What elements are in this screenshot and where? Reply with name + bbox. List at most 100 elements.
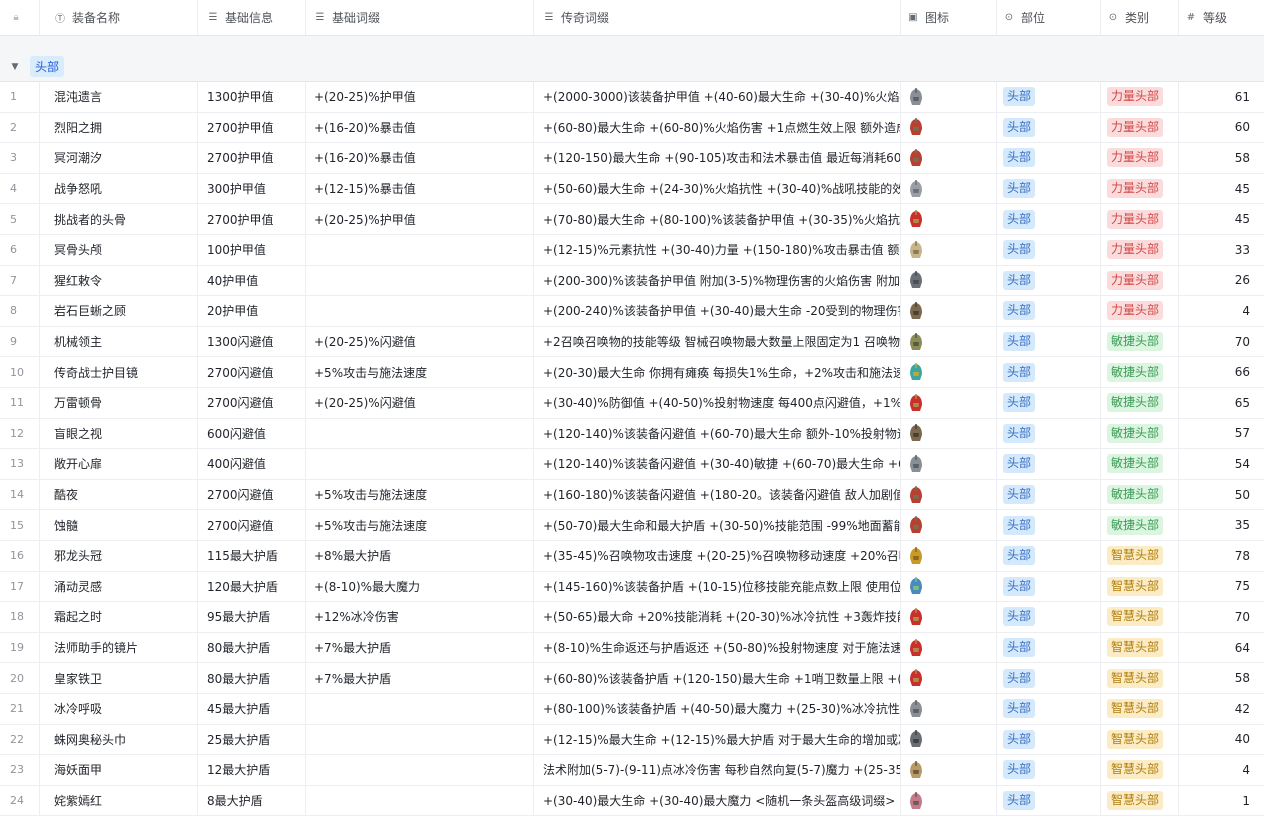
table-row[interactable]: 24 姹紫嫣红 8最大护盾 +(30-40)最大生命 +(30-40)最大魔力 <随机… (0, 785, 1264, 817)
collapse-caret-icon[interactable]: ▼ (0, 62, 30, 72)
equipment-name-cell[interactable]: 冥骨头颅 (40, 235, 198, 265)
level-cell[interactable]: 42 (1179, 694, 1264, 724)
base-affix-cell[interactable] (306, 235, 534, 265)
part-cell[interactable]: 头部 (997, 632, 1101, 663)
equipment-name-cell[interactable]: 涌动灵感 (40, 571, 198, 602)
equipment-name-cell[interactable]: 法师助手的镜片 (40, 632, 198, 663)
part-cell[interactable]: 头部 (997, 173, 1101, 204)
part-cell[interactable]: 头部 (997, 541, 1101, 571)
base-affix-cell[interactable] (306, 694, 534, 724)
base-info-cell[interactable]: 120最大护盾 (198, 571, 306, 602)
header-affix[interactable]: ☰ 基础词缀 (306, 0, 534, 35)
part-cell[interactable]: 头部 (997, 755, 1101, 785)
level-cell[interactable]: 65 (1179, 388, 1264, 418)
icon-cell[interactable] (901, 602, 997, 632)
part-cell[interactable]: 头部 (997, 204, 1101, 234)
legend-affix-cell[interactable]: +(50-65)最大命 +20%技能消耗 +(20-30)%冰冷抗性 +3轰炸技… (534, 602, 901, 632)
category-cell[interactable]: 力量头部 (1101, 296, 1179, 326)
legend-affix-cell[interactable]: +(120-150)最大生命 +(90-105)攻击和法术暴击值 最近每消耗60… (534, 143, 901, 173)
category-cell[interactable]: 敏捷头部 (1101, 418, 1179, 449)
level-cell[interactable]: 4 (1179, 755, 1264, 785)
table-row[interactable]: 14 酷夜 2700闪避值 +5%攻击与施法速度 +(160-180)%该装备闪避值 +… (0, 479, 1264, 511)
header-category[interactable]: ⊙ 类别 (1101, 0, 1179, 35)
legend-affix-cell[interactable]: +(30-40)最大生命 +(30-40)最大魔力 <随机一条头盔高级词缀> <… (534, 785, 901, 816)
table-row[interactable]: 19 法师助手的镜片 80最大护盾 +7%最大护盾 +(8-10)%生命返还与护盾返还 … (0, 632, 1264, 664)
table-row[interactable]: 3 冥河潮汐 2700护甲值 +(16-20)%暴击值 +(120-150)最大生命 +… (0, 143, 1264, 174)
icon-cell[interactable] (901, 632, 997, 663)
level-cell[interactable]: 58 (1179, 663, 1264, 693)
legend-affix-cell[interactable]: +(60-80)最大生命 +(60-80)%火焰伤害 +1点燃生效上限 额外造成… (534, 112, 901, 143)
part-cell[interactable]: 头部 (997, 785, 1101, 816)
table-row[interactable]: 22 蛛网奥秘头巾 25最大护盾 +(12-15)%最大生命 +(12-15)%最大护… (0, 724, 1264, 756)
icon-cell[interactable] (901, 418, 997, 449)
part-cell[interactable]: 头部 (997, 449, 1101, 479)
part-cell[interactable]: 头部 (997, 602, 1101, 632)
category-cell[interactable]: 智慧头部 (1101, 571, 1179, 602)
category-cell[interactable]: 智慧头部 (1101, 694, 1179, 724)
level-cell[interactable]: 75 (1179, 572, 1264, 602)
part-cell[interactable]: 头部 (997, 143, 1101, 173)
base-info-cell[interactable]: 95最大护盾 (198, 602, 306, 632)
header-level[interactable]: # 等级 (1179, 0, 1264, 35)
level-cell[interactable]: 45 (1179, 204, 1264, 234)
table-row[interactable]: 21 冰冷呼吸 45最大护盾 +(80-100)%该装备护盾 +(40-50)最大魔力… (0, 694, 1264, 725)
table-row[interactable]: 5 挑战者的头骨 2700护甲值 +(20-25)%护甲值 +(70-80)最大生命 +… (0, 204, 1264, 235)
header-lock[interactable]: 🔒︎ (0, 0, 40, 35)
category-cell[interactable]: 力量头部 (1101, 235, 1179, 265)
level-cell[interactable]: 78 (1179, 541, 1264, 571)
equipment-name-cell[interactable]: 盲眼之视 (40, 418, 198, 449)
part-cell[interactable]: 头部 (997, 663, 1101, 693)
base-affix-cell[interactable]: +(20-25)%护甲值 (306, 82, 534, 112)
legend-affix-cell[interactable]: 法术附加(5-7)-(9-11)点冰冷伤害 每秒自然向复(5-7)魔力 +(25… (534, 755, 901, 785)
legend-affix-cell[interactable]: +(30-40)%防御值 +(40-50)%投射物速度 每400点闪避值，+1%… (534, 388, 901, 418)
base-info-cell[interactable]: 8最大护盾 (198, 785, 306, 816)
part-cell[interactable]: 头部 (997, 694, 1101, 724)
equipment-name-cell[interactable]: 冰冷呼吸 (40, 694, 198, 724)
part-cell[interactable]: 头部 (997, 265, 1101, 296)
level-cell[interactable]: 1 (1179, 786, 1264, 816)
level-cell[interactable]: 70 (1179, 602, 1264, 632)
base-affix-cell[interactable]: +7%最大护盾 (306, 632, 534, 663)
base-affix-cell[interactable]: +5%攻击与施法速度 (306, 357, 534, 387)
icon-cell[interactable] (901, 143, 997, 173)
base-affix-cell[interactable]: +8%最大护盾 (306, 541, 534, 571)
category-cell[interactable]: 力量头部 (1101, 265, 1179, 296)
level-cell[interactable]: 4 (1179, 296, 1264, 326)
equipment-name-cell[interactable]: 传奇战士护目镜 (40, 357, 198, 387)
base-info-cell[interactable]: 2700护甲值 (198, 143, 306, 173)
category-cell[interactable]: 智慧头部 (1101, 755, 1179, 785)
equipment-name-cell[interactable]: 烈阳之拥 (40, 112, 198, 143)
level-cell[interactable]: 57 (1179, 419, 1264, 449)
base-affix-cell[interactable]: +(12-15)%暴击值 (306, 173, 534, 204)
base-info-cell[interactable]: 2700闪避值 (198, 510, 306, 540)
icon-cell[interactable] (901, 296, 997, 326)
icon-cell[interactable] (901, 724, 997, 755)
category-cell[interactable]: 智慧头部 (1101, 632, 1179, 663)
icon-cell[interactable] (901, 663, 997, 693)
base-info-cell[interactable]: 115最大护盾 (198, 541, 306, 571)
category-cell[interactable]: 智慧头部 (1101, 541, 1179, 571)
base-info-cell[interactable]: 2700闪避值 (198, 388, 306, 418)
base-info-cell[interactable]: 20护甲值 (198, 296, 306, 326)
base-info-cell[interactable]: 2700护甲值 (198, 112, 306, 143)
base-affix-cell[interactable] (306, 449, 534, 479)
table-row[interactable]: 12 盲眼之视 600闪避值 +(120-140)%该装备闪避值 +(60-70)最大… (0, 418, 1264, 450)
table-row[interactable]: 20 皇家铁卫 80最大护盾 +7%最大护盾 +(60-80)%该装备护盾 +(120-… (0, 663, 1264, 694)
category-cell[interactable]: 智慧头部 (1101, 663, 1179, 693)
category-cell[interactable]: 力量头部 (1101, 204, 1179, 234)
table-row[interactable]: 8 岩石巨蜥之顾 20护甲值 +(200-240)%该装备护甲值 +(30-40)最大… (0, 296, 1264, 327)
header-name[interactable]: Ⓣ 装备名称 (40, 0, 198, 35)
equipment-name-cell[interactable]: 机械领主 (40, 326, 198, 357)
level-cell[interactable]: 66 (1179, 357, 1264, 387)
table-row[interactable]: 6 冥骨头颅 100护甲值 +(12-15)%元素抗性 +(30-40)力量 +(15… (0, 235, 1264, 266)
legend-affix-cell[interactable]: +(8-10)%生命返还与护盾返还 +(50-80)%投射物速度 对于施法速度.… (534, 632, 901, 663)
icon-cell[interactable] (901, 82, 997, 112)
table-row[interactable]: 4 战争怒吼 300护甲值 +(12-15)%暴击值 +(50-60)最大生命 +(24… (0, 173, 1264, 205)
equipment-name-cell[interactable]: 万雷顿骨 (40, 388, 198, 418)
part-cell[interactable]: 头部 (997, 510, 1101, 540)
part-cell[interactable]: 头部 (997, 357, 1101, 387)
base-affix-cell[interactable] (306, 265, 534, 296)
base-info-cell[interactable]: 300护甲值 (198, 173, 306, 204)
category-cell[interactable]: 力量头部 (1101, 143, 1179, 173)
legend-affix-cell[interactable]: +(70-80)最大生命 +(80-100)%该装备护甲值 +(30-35)%火… (534, 204, 901, 234)
